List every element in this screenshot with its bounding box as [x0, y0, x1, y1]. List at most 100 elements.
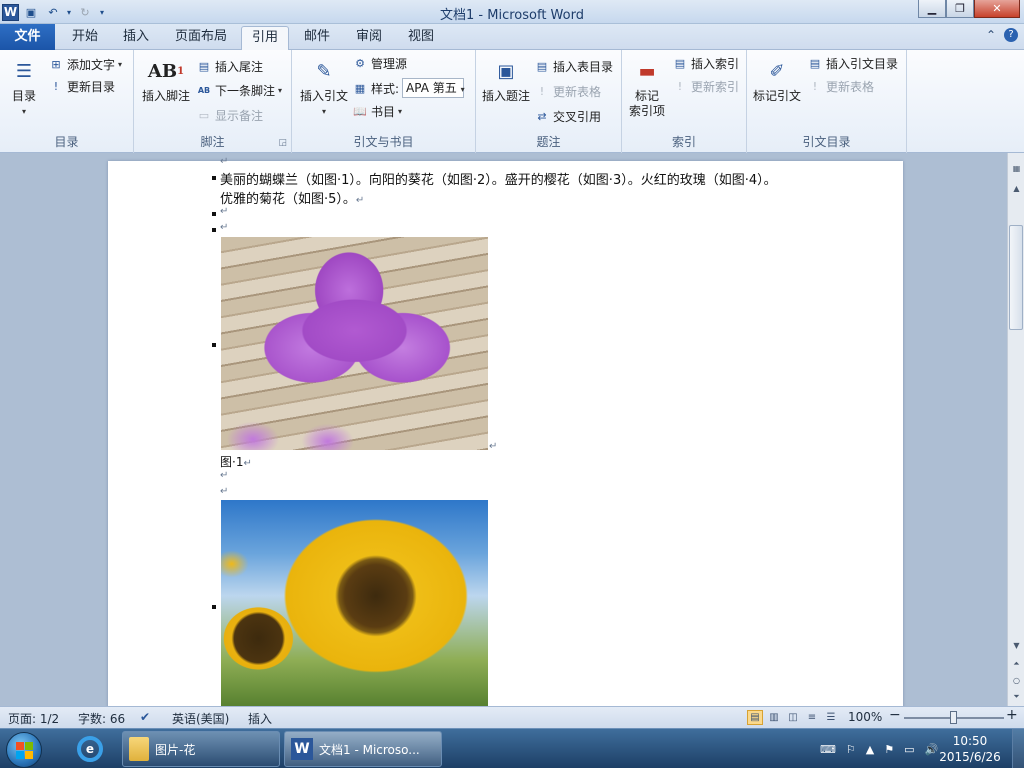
group-label-toc: 目录: [54, 135, 79, 149]
status-bar: 页面: 1/2 字数: 66 ✔ 英语(美国) 插入 ▤ ▥ ◫ ≡ ☰ 100…: [0, 706, 1024, 728]
insert-citation-button[interactable]: ✎ 插入引文 ▾: [296, 56, 352, 119]
tab-mailings[interactable]: 邮件: [296, 26, 338, 50]
language[interactable]: 英语(美国): [172, 710, 229, 727]
action-center-icon[interactable]: ⚑: [884, 743, 894, 756]
update-table-of-figures-button: ! 更新表格: [534, 83, 601, 100]
proofing-icon[interactable]: ✔: [140, 710, 150, 724]
ime-icon[interactable]: ⚐: [846, 743, 856, 756]
paragraph-mark: ↵: [220, 206, 229, 217]
mark-entry-label-line1: 标记: [634, 89, 659, 103]
show-notes-label: 显示备注: [215, 109, 264, 123]
next-footnote-button[interactable]: AB 下一条脚注 ▾: [196, 82, 282, 99]
taskbar-folder-window[interactable]: 图片-花: [122, 731, 280, 767]
show-desktop-button[interactable]: [1012, 729, 1024, 768]
scroll-up-icon[interactable]: ▲: [1009, 181, 1024, 196]
vertical-scrollbar[interactable]: ▦ ▲ ▼ ⏶ ○ ⏷: [1007, 153, 1024, 706]
body-paragraph-line-2[interactable]: 优雅的菊花（如图·5）。↵: [220, 188, 364, 207]
bibliography-button[interactable]: 📖 书目 ▾: [352, 103, 402, 120]
taskbar-word-window[interactable]: W 文档1 - Microso...: [284, 731, 442, 767]
bibliography-label: 书目: [371, 105, 396, 119]
clock[interactable]: 10:50 2015/6/26: [935, 733, 1005, 765]
browse-object-icon[interactable]: ○: [1009, 673, 1024, 688]
zoom-level[interactable]: 100%: [848, 710, 882, 724]
scroll-thumb[interactable]: [1009, 225, 1023, 330]
footnote-icon-sup: 1: [177, 65, 185, 77]
next-page-icon[interactable]: ⏷: [1009, 689, 1024, 704]
insert-endnote-button[interactable]: ▤ 插入尾注: [196, 58, 263, 75]
toc-button[interactable]: ☰ 目录 ▾: [8, 56, 40, 119]
paragraph-bullet: [212, 228, 216, 232]
scroll-down-icon[interactable]: ▼: [1009, 638, 1024, 653]
tab-view[interactable]: 视图: [400, 26, 442, 50]
taskbar-folder-label: 图片-花: [155, 742, 196, 757]
update-toc-button[interactable]: ! 更新目录: [48, 78, 115, 95]
sunflower-image[interactable]: [221, 500, 488, 706]
insert-table-of-authorities-button[interactable]: ▤ 插入引文目录: [807, 55, 898, 72]
insert-footnote-button[interactable]: AB 1 插入脚注: [138, 56, 194, 104]
chevron-down-icon: ▾: [278, 86, 283, 95]
close-button[interactable]: ✕: [974, 0, 1020, 18]
cross-reference-button[interactable]: ⇄ 交叉引用: [534, 108, 601, 125]
update-toc-label: 更新目录: [67, 80, 116, 94]
web-layout-view-icon[interactable]: ◫: [785, 710, 801, 725]
insert-index-button[interactable]: ▤ 插入索引: [672, 55, 739, 72]
tab-page-layout[interactable]: 页面布局: [168, 26, 234, 50]
previous-page-icon[interactable]: ⏶: [1009, 656, 1024, 671]
full-screen-reading-view-icon[interactable]: ▥: [766, 710, 782, 725]
document-page[interactable]: ↵ 美丽的蝴蝶兰（如图·1）。向阳的葵花（如图·2）。盛开的樱花（如图·3）。火…: [108, 156, 903, 706]
tab-file[interactable]: 文件: [0, 24, 55, 50]
insert-caption-icon: ▣: [497, 60, 515, 82]
document-area: ↵ 美丽的蝴蝶兰（如图·1）。向阳的葵花（如图·2）。盛开的樱花（如图·3）。火…: [0, 153, 1007, 706]
ruler-toggle-icon[interactable]: ▦: [1009, 161, 1024, 176]
network-icon[interactable]: ▭: [904, 743, 914, 756]
mark-entry-icon: ▬: [638, 60, 656, 82]
zoom-out-icon[interactable]: −: [889, 707, 901, 723]
outline-view-icon[interactable]: ≡: [804, 710, 820, 725]
mark-entry-button[interactable]: ▬ 标记 索引项: [626, 56, 668, 119]
insert-caption-button[interactable]: ▣ 插入题注: [480, 56, 532, 104]
insert-caption-label: 插入题注: [481, 89, 530, 103]
manage-sources-button[interactable]: ⚙ 管理源: [352, 55, 407, 72]
paragraph-mark: ↵: [243, 458, 252, 469]
update-index-icon: !: [677, 80, 683, 93]
insert-table-of-figures-button[interactable]: ▤ 插入表目录: [534, 58, 613, 75]
zoom-slider-knob[interactable]: [950, 711, 957, 724]
body-paragraph-line-1[interactable]: 美丽的蝴蝶兰（如图·1）。向阳的葵花（如图·2）。盛开的樱花（如图·3）。火红的…: [220, 169, 777, 188]
tab-home[interactable]: 开始: [62, 26, 108, 50]
update-index-button: ! 更新索引: [672, 78, 739, 95]
tab-insert[interactable]: 插入: [114, 26, 158, 50]
show-hidden-icons-icon[interactable]: ▲: [866, 743, 874, 756]
keyboard-icon[interactable]: ⌨: [820, 743, 836, 756]
insert-mode[interactable]: 插入: [248, 710, 272, 727]
update-table-of-figures-label: 更新表格: [553, 85, 602, 99]
add-text-label: 添加文字: [67, 58, 116, 72]
minimize-ribbon-icon[interactable]: ⌃: [986, 28, 996, 42]
zoom-in-icon[interactable]: +: [1006, 707, 1018, 723]
mark-citation-button[interactable]: ✐ 标记引文: [751, 56, 803, 104]
print-layout-view-icon[interactable]: ▤: [747, 710, 763, 725]
citation-style-select[interactable]: APA 第五 ▾: [402, 78, 465, 98]
tab-references[interactable]: 引用: [241, 26, 289, 51]
insert-endnote-label: 插入尾注: [215, 60, 264, 74]
ie-icon[interactable]: e: [70, 733, 110, 765]
restore-button[interactable]: ❐: [946, 0, 974, 18]
minimize-button[interactable]: ▁: [918, 0, 946, 18]
windows-taskbar: e 图片-花 W 文档1 - Microso... ⌨ ⚐ ▲ ⚑ ▭ 🔊 10…: [0, 728, 1024, 768]
word-taskbar-icon: W: [291, 738, 313, 760]
draft-view-icon[interactable]: ☰: [823, 710, 839, 725]
chevron-down-icon: ▾: [21, 107, 26, 116]
tab-review[interactable]: 审阅: [346, 26, 392, 50]
help-icon[interactable]: ?: [1004, 28, 1018, 42]
clock-date: 2015/6/26: [939, 750, 1001, 764]
start-button[interactable]: [6, 732, 42, 768]
orchid-image[interactable]: [221, 237, 488, 450]
chevron-down-icon: ▾: [460, 85, 465, 94]
word-count[interactable]: 字数: 66: [78, 710, 125, 727]
page-count[interactable]: 页面: 1/2: [8, 710, 59, 727]
citation-style-control: ▦ 样式: APA 第五 ▾: [352, 78, 465, 98]
toc-icon: ☰: [15, 60, 33, 82]
add-text-button[interactable]: ⊞ 添加文字 ▾: [48, 56, 122, 73]
paragraph-mark: ↵: [220, 470, 229, 481]
clock-time: 10:50: [952, 734, 988, 748]
toc-button-label: 目录: [11, 89, 36, 103]
